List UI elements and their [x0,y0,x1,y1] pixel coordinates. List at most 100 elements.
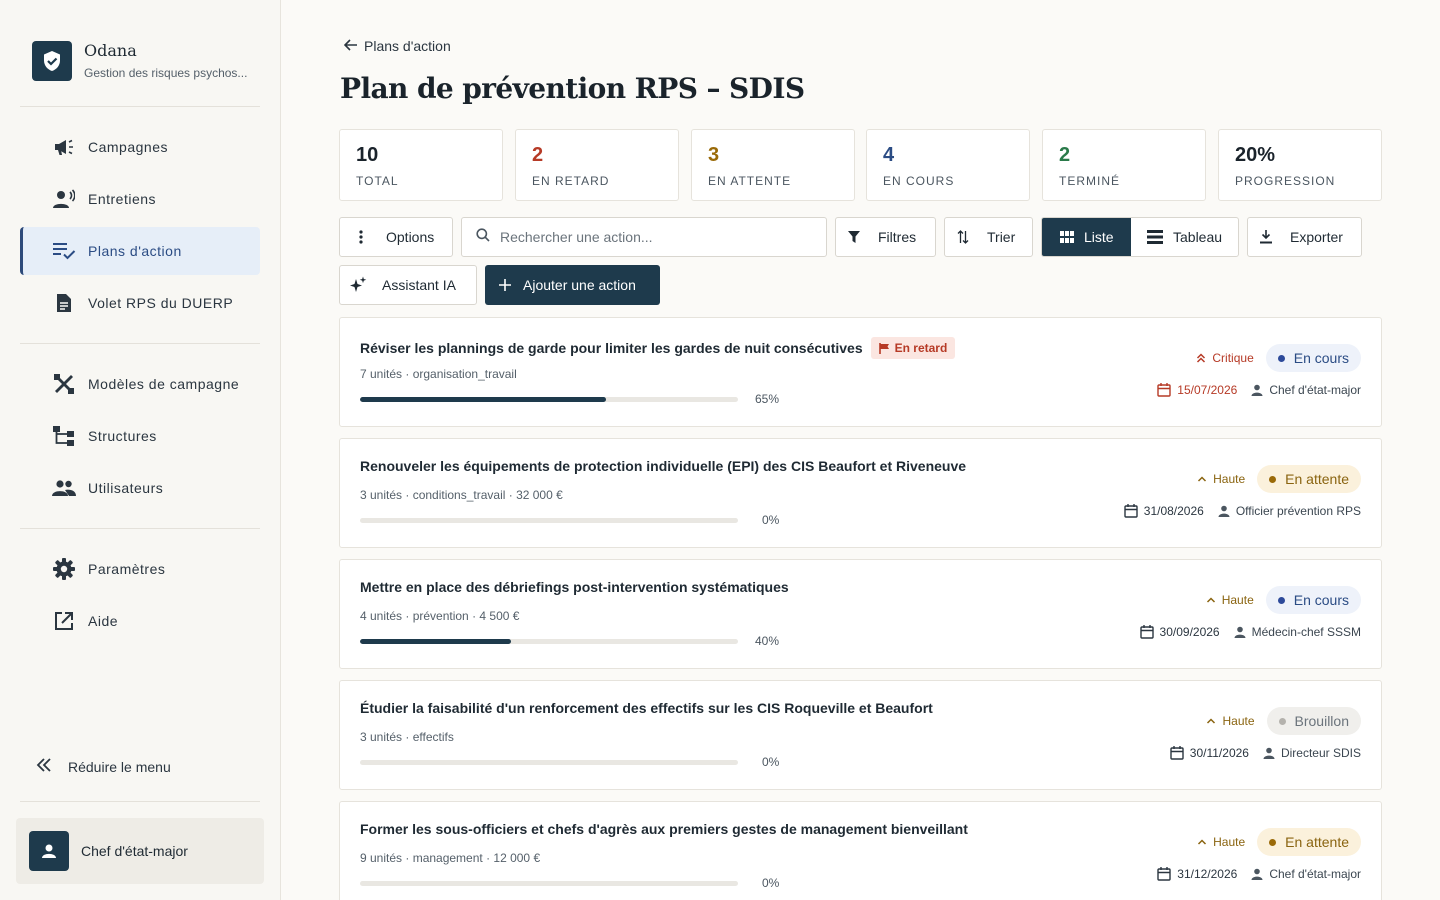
person-icon [1218,505,1230,517]
status-text: En cours [1293,350,1349,366]
options-button[interactable]: Options [339,217,453,257]
action-card[interactable]: Étudier la faisabilité d'un renforcement… [339,680,1382,790]
priority-text: Haute [1221,593,1254,607]
action-card[interactable]: Renouveler les équipements de protection… [339,438,1382,548]
sidebar-item-label: Utilisateurs [88,480,164,496]
divider [20,106,260,107]
calendar-icon [1157,383,1171,397]
user-icon [29,831,69,871]
person-icon [1234,626,1246,638]
due-date-text: 30/11/2026 [1189,746,1249,760]
export-button[interactable]: Exporter [1247,217,1362,257]
status-dot [1269,475,1277,483]
stat-total: 10 TOTAL [339,129,503,201]
priority-text: Haute [1222,714,1255,728]
calendar-icon [1124,504,1138,518]
status-badge: En cours [1265,344,1361,372]
status-dot [1277,596,1285,604]
stat-waiting: 3 EN ATTENTE [691,129,855,201]
chevron-up-icon [1197,475,1207,483]
sidebar-item-modeles[interactable]: Modèles de campagne [20,360,260,408]
due-date-text: 30/09/2026 [1159,625,1220,639]
sidebar-item-label: Campagnes [88,139,168,155]
action-card[interactable]: Former les sous-officiers et chefs d'agr… [339,801,1382,900]
action-title-row: Renouveler les équipements de protection… [360,458,966,474]
sidebar-item-entretiens[interactable]: Entretiens [20,175,260,223]
action-status-row: Critique En cours [1196,344,1361,372]
filter-icon [836,231,872,243]
due-date: 31/08/2026 [1124,504,1204,518]
arrow-left-icon [343,38,358,54]
stat-label: TERMINÉ [1059,174,1120,188]
view-list-label: Liste [1084,229,1114,245]
status-text: En attente [1285,834,1349,850]
action-details: 30/11/2026 Directeur SDIS [1170,746,1361,760]
ai-assistant-button[interactable]: Assistant IA [339,265,477,305]
search-field[interactable] [461,217,827,257]
action-title-row: Réviser les plannings de garde pour limi… [360,337,956,359]
collapse-menu-button[interactable]: Réduire le menu [36,758,171,775]
users-icon [52,476,76,500]
user-card[interactable]: Chef d'état-major [16,818,264,884]
person-icon [1263,747,1275,759]
priority-text: Haute [1213,835,1246,849]
sidebar-item-label: Modèles de campagne [88,376,240,392]
sidebar-item-utilisateurs[interactable]: Utilisateurs [20,464,260,512]
view-board-button[interactable]: Tableau [1131,218,1238,256]
status-dot [1269,838,1277,846]
sidebar-item-volet-rps[interactable]: Volet RPS du DUERP [20,279,260,327]
progress-bar [360,397,738,402]
sidebar-item-structures[interactable]: Structures [20,412,260,460]
priority-text: Critique [1212,351,1254,365]
priority-label: Haute [1206,593,1254,607]
download-icon [1248,230,1284,244]
back-link[interactable]: Plans d'action [343,38,451,54]
progress-fill [360,397,606,402]
stat-value: 2 [1059,144,1071,166]
sidebar-item-label: Aide [88,613,119,629]
sidebar-item-plans-action[interactable]: Plans d'action [20,227,260,275]
action-details: 30/09/2026 Médecin-chef SSSM [1139,625,1361,639]
priority-label: Haute [1197,472,1245,486]
chevron-up-icon [1206,717,1216,725]
brand[interactable]: Odana Gestion des risques psychos... [32,41,247,81]
action-card[interactable]: Mettre en place des débriefings post-int… [339,559,1382,669]
sidebar-item-campagnes[interactable]: Campagnes [20,123,260,171]
calendar-icon [1170,746,1184,760]
progress-fill [360,639,512,644]
status-badge: En attente [1257,828,1361,856]
status-dot [1277,354,1285,362]
action-title: Renouveler les équipements de protection… [360,458,967,474]
status-badge: Brouillon [1266,707,1361,735]
collapse-menu-label: Réduire le menu [68,758,171,775]
priority-label: Haute [1206,714,1255,728]
sidebar-item-aide[interactable]: Aide [20,597,260,645]
view-list-button[interactable]: Liste [1042,218,1131,256]
hierarchy-icon [52,424,76,448]
owner: Chef d'état-major [1251,383,1361,397]
filters-button[interactable]: Filtres [835,217,936,257]
sidebar-item-label: Volet RPS du DUERP [88,295,234,311]
stat-progress: 20% PROGRESSION [1218,129,1382,201]
brand-subtitle: Gestion des risques psychos... [84,66,248,80]
calendar-icon [1139,625,1154,639]
action-details: 15/07/2026 Chef d'état-major [1157,383,1361,397]
document-icon [52,291,76,315]
grid-icon [1060,231,1074,243]
plus-icon [499,279,511,291]
progress-bar [360,760,738,765]
sort-button[interactable]: Trier [944,217,1033,257]
stat-label: EN COURS [883,174,955,188]
search-input[interactable] [500,229,800,245]
options-label: Options [386,229,435,245]
add-action-button[interactable]: Ajouter une action [485,265,660,305]
sidebar-item-parametres[interactable]: Paramètres [20,545,260,593]
action-title: Mettre en place des débriefings post-int… [360,579,789,595]
owner: Chef d'état-major [1251,867,1361,881]
status-text: Brouillon [1294,713,1349,729]
stat-value: 10 [356,144,379,166]
progress-bar [360,881,738,886]
action-card[interactable]: Réviser les plannings de garde pour limi… [339,317,1382,427]
action-title: Étudier la faisabilité d'un renforcement… [360,700,933,716]
sidebar-item-label: Paramètres [88,561,166,577]
